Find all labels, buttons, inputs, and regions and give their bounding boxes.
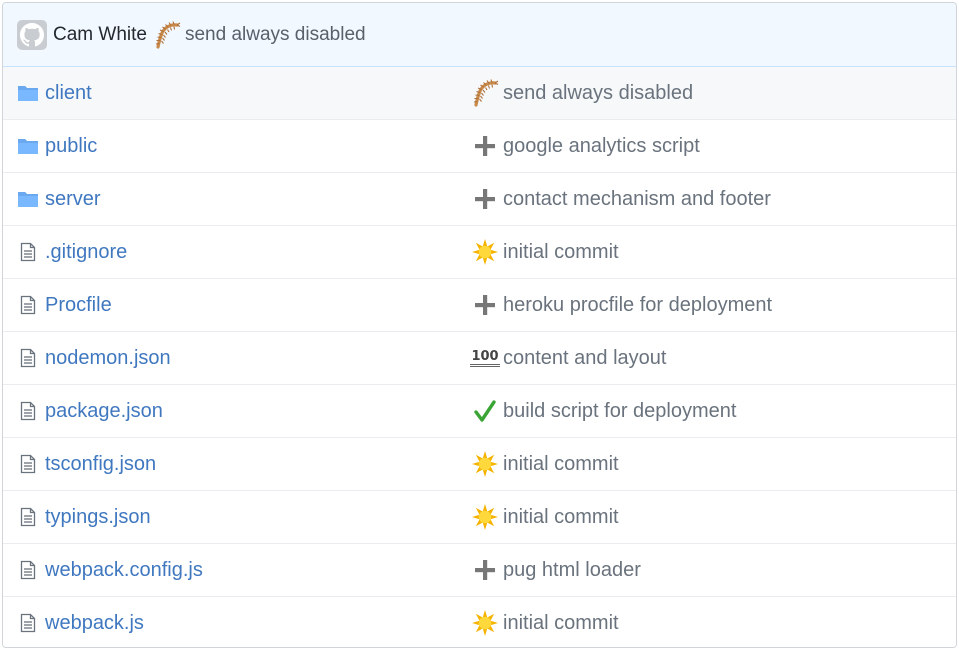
commit-message-cell: initial commit [471, 450, 619, 478]
file-row[interactable]: Procfile heroku procfile for deployment [3, 278, 956, 331]
commit-message-cell: heroku procfile for deployment [471, 291, 772, 319]
file-row[interactable]: client send always disabled [3, 67, 956, 119]
commit-message-link[interactable]: initial commit [503, 612, 619, 635]
file-row[interactable]: package.json build script for deployment [3, 384, 956, 437]
github-octocat-icon [20, 22, 44, 46]
file-row[interactable]: webpack.config.js pug html loader [3, 543, 956, 596]
commit-message-link[interactable]: heroku procfile for deployment [503, 294, 772, 317]
file-name-link[interactable]: package.json [45, 400, 163, 423]
check-mark-icon [471, 397, 499, 425]
file-icon [17, 612, 39, 634]
file-icon [17, 559, 39, 581]
file-list: client send always disabled public google a… [3, 67, 956, 647]
commit-message-link[interactable]: content and layout [503, 347, 666, 370]
centipede-icon [471, 79, 499, 107]
commit-message-link[interactable]: google analytics script [503, 135, 700, 158]
commit-message-cell: contact mechanism and footer [471, 185, 771, 213]
file-name-link[interactable]: tsconfig.json [45, 453, 156, 476]
commit-message-cell: 100 content and layout [470, 344, 666, 372]
file-icon [17, 506, 39, 528]
file-icon [17, 400, 39, 422]
file-name-link[interactable]: webpack.config.js [45, 559, 203, 582]
hundred-points-label: 100 [470, 349, 500, 367]
commit-message-cell: initial commit [471, 503, 619, 531]
file-browser: Cam White send always disabled client sen… [2, 2, 957, 648]
avatar[interactable] [17, 19, 47, 50]
commit-message-link[interactable]: initial commit [503, 241, 619, 264]
file-name-link[interactable]: client [45, 82, 92, 105]
commit-message-cell: initial commit [471, 238, 619, 266]
folder-icon [17, 82, 39, 104]
file-row[interactable]: server contact mechanism and footer [3, 172, 956, 225]
file-row[interactable]: webpack.js initial commit [3, 596, 956, 647]
commit-message-link[interactable]: build script for deployment [503, 400, 736, 423]
file-icon [17, 453, 39, 475]
file-row[interactable]: nodemon.json 100 content and layout [3, 331, 956, 384]
commit-message-cell: send always disabled [471, 79, 693, 107]
sunburst-icon [471, 503, 499, 531]
commit-author[interactable]: Cam White [53, 24, 147, 46]
file-row[interactable]: typings.json initial commit [3, 490, 956, 543]
file-row[interactable]: .gitignore initial commit [3, 225, 956, 278]
sunburst-icon [471, 609, 499, 637]
commit-message-cell: google analytics script [471, 132, 700, 160]
file-name-link[interactable]: Procfile [45, 294, 112, 317]
commit-message-link[interactable]: pug html loader [503, 559, 641, 582]
file-icon [17, 294, 39, 316]
sunburst-icon [471, 450, 499, 478]
file-name-link[interactable]: nodemon.json [45, 347, 171, 370]
file-icon [17, 347, 39, 369]
commit-message-cell: initial commit [471, 609, 619, 637]
commit-message-link[interactable]: initial commit [503, 453, 619, 476]
commit-message-cell: build script for deployment [471, 397, 736, 425]
file-row[interactable]: tsconfig.json initial commit [3, 437, 956, 490]
heavy-plus-icon [471, 185, 499, 213]
commit-message-cell: pug html loader [471, 556, 641, 584]
folder-icon [17, 135, 39, 157]
commit-message[interactable]: send always disabled [185, 24, 366, 46]
file-name-link[interactable]: webpack.js [45, 612, 144, 635]
centipede-icon [153, 20, 181, 49]
commit-message-link[interactable]: contact mechanism and footer [503, 188, 771, 211]
commit-message-link[interactable]: send always disabled [503, 82, 693, 105]
file-name-link[interactable]: server [45, 188, 101, 211]
file-name-link[interactable]: .gitignore [45, 241, 127, 264]
file-name-link[interactable]: public [45, 135, 97, 158]
hundred-points-icon: 100 [470, 344, 500, 372]
heavy-plus-icon [471, 556, 499, 584]
sunburst-icon [471, 238, 499, 266]
folder-icon [17, 188, 39, 210]
latest-commit-bar: Cam White send always disabled [3, 3, 956, 67]
heavy-plus-icon [471, 132, 499, 160]
commit-message-link[interactable]: initial commit [503, 506, 619, 529]
file-icon [17, 241, 39, 263]
heavy-plus-icon [471, 291, 499, 319]
file-name-link[interactable]: typings.json [45, 506, 151, 529]
file-row[interactable]: public google analytics script [3, 119, 956, 172]
